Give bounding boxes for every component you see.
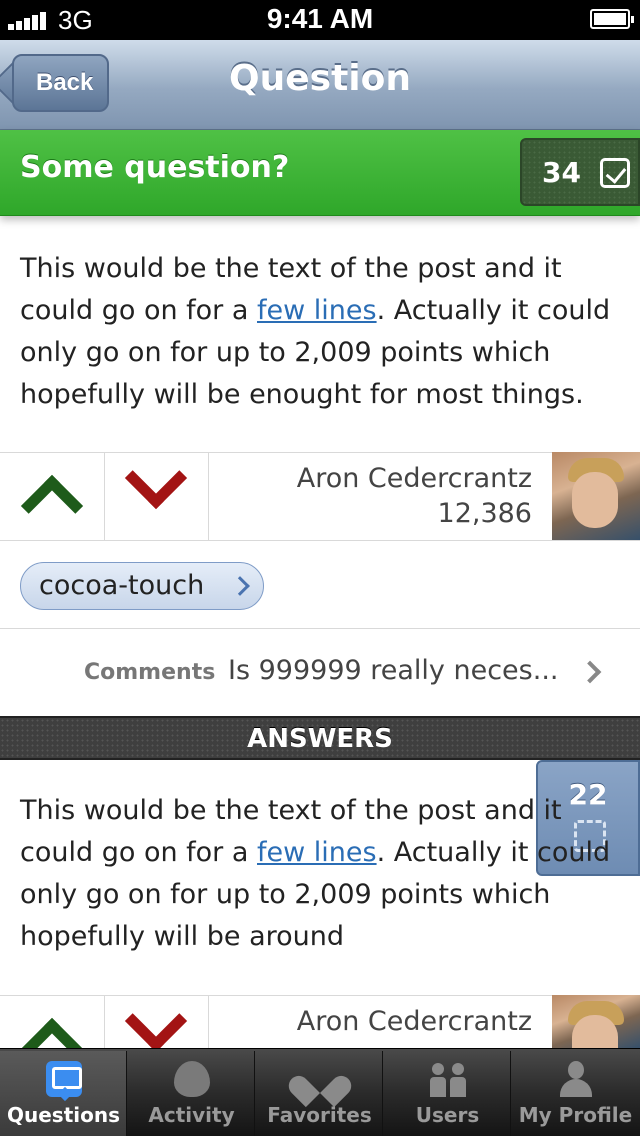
status-bar: 3G 9:41 AM <box>0 0 640 40</box>
battery-icon <box>590 9 634 29</box>
question-author-avatar[interactable] <box>552 452 640 540</box>
question-header: Some question? 34 <box>0 130 640 216</box>
answer-downvote-button[interactable] <box>104 995 208 1048</box>
answer-upvote-button[interactable] <box>0 995 104 1048</box>
person-icon <box>558 1061 594 1097</box>
answer-body: This would be the text of the post and i… <box>20 790 640 958</box>
chevron-right-icon <box>578 660 602 684</box>
question-vote-box[interactable]: 34 <box>520 138 640 206</box>
divider <box>0 628 640 629</box>
tab-label: Users <box>415 1103 480 1127</box>
status-time: 9:41 AM <box>266 3 374 34</box>
back-button[interactable]: Back <box>12 54 109 112</box>
question-body-link[interactable]: few lines <box>257 295 377 326</box>
question-title: Some question? <box>20 150 290 185</box>
downvote-arrow-icon <box>124 995 188 1048</box>
tag-label: cocoa-touch <box>39 570 205 601</box>
answers-header-label: ANSWERS <box>247 724 393 754</box>
flame-icon <box>174 1061 210 1097</box>
tab-label: Questions <box>6 1103 120 1127</box>
divider <box>208 995 209 1048</box>
chat-bubble-icon <box>46 1061 82 1097</box>
tab-label: Activity <box>148 1103 235 1127</box>
upvote-button[interactable] <box>0 452 104 540</box>
checkbox-icon <box>600 158 630 188</box>
answer-author-name[interactable]: Aron Cedercrantz <box>297 1006 532 1037</box>
upvote-arrow-icon <box>20 1017 84 1048</box>
answer-author-avatar[interactable] <box>552 995 640 1071</box>
comments-preview: Is 999999 really neces... <box>228 655 559 686</box>
navigation-bar: Back Question <box>0 40 640 130</box>
downvote-button[interactable] <box>104 446 208 540</box>
question-author-reputation: 12,386 <box>437 498 532 529</box>
back-button-label: Back <box>36 69 94 96</box>
question-author-name[interactable]: Aron Cedercrantz <box>297 463 532 494</box>
tab-label: Favorites <box>267 1103 372 1127</box>
tab-label: My Profile <box>518 1103 633 1127</box>
divider <box>208 452 209 540</box>
comments-label: Comments <box>84 660 216 685</box>
tab-activity[interactable]: Activity <box>128 1051 255 1136</box>
tab-users[interactable]: Users <box>384 1051 511 1136</box>
tag-chip[interactable]: cocoa-touch <box>20 562 264 610</box>
question-body: This would be the text of the post and i… <box>20 248 620 416</box>
comments-row[interactable]: Comments Is 999999 really neces... <box>0 630 640 716</box>
upvote-arrow-icon <box>20 474 84 538</box>
question-vote-count: 34 <box>542 156 581 189</box>
chevron-right-icon <box>230 576 250 596</box>
users-icon <box>430 1061 466 1097</box>
tab-my-profile[interactable]: My Profile <box>512 1051 640 1136</box>
tab-questions[interactable]: Questions <box>0 1051 127 1136</box>
answers-section-header: ANSWERS <box>0 716 640 760</box>
tab-bar: Questions Activity Favorites Users My Pr… <box>0 1048 640 1136</box>
downvote-arrow-icon <box>124 446 188 510</box>
heart-icon <box>302 1061 338 1097</box>
divider <box>0 540 640 541</box>
answer-body-link[interactable]: few lines <box>257 837 377 868</box>
tab-favorites[interactable]: Favorites <box>256 1051 383 1136</box>
